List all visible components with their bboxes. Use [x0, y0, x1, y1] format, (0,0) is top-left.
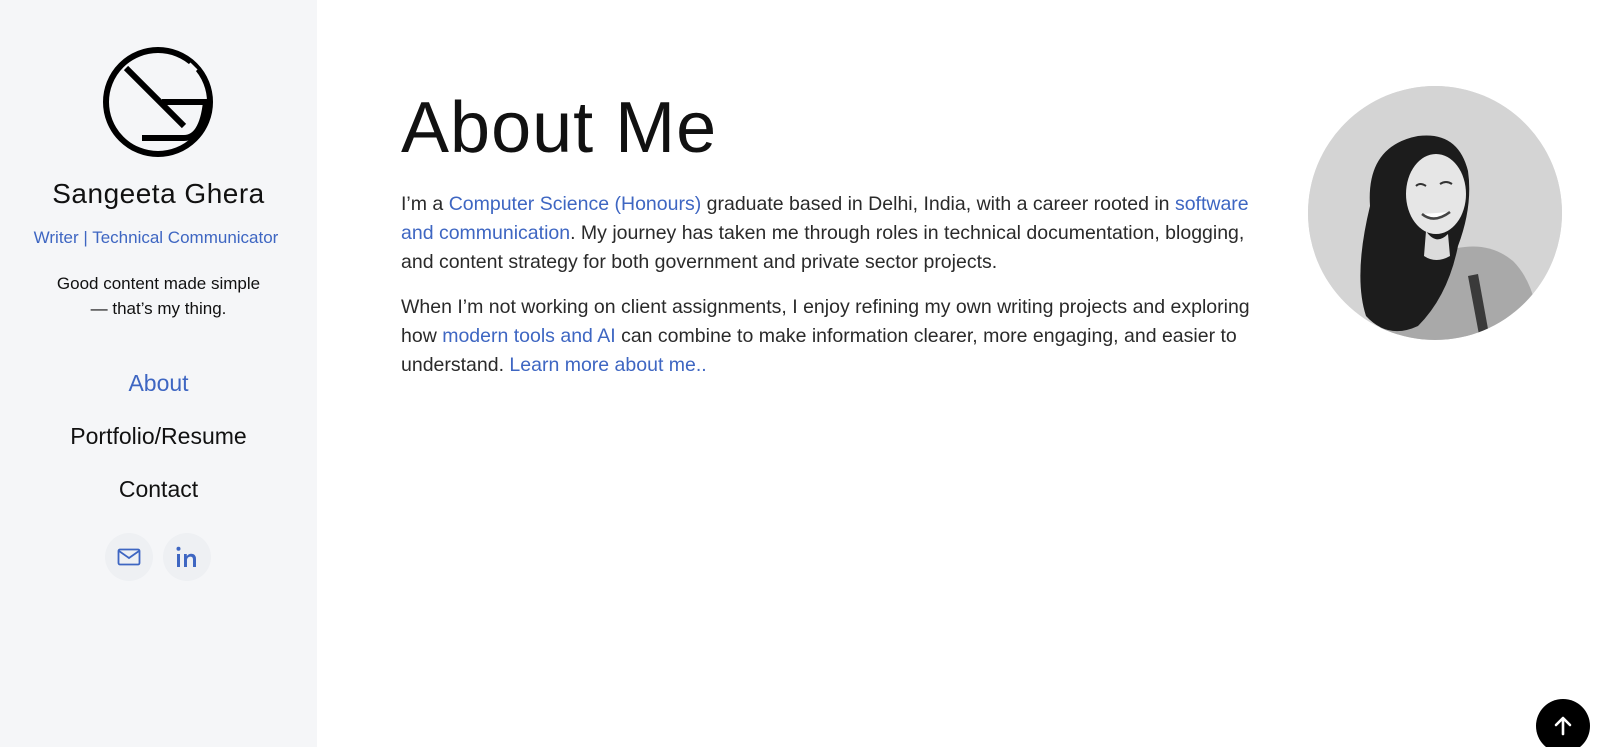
page-title: About Me: [401, 88, 718, 168]
text: I’m a: [401, 193, 449, 215]
modern-tools-ai-link[interactable]: modern tools and AI: [442, 325, 615, 347]
sg-logo-icon[interactable]: [102, 46, 214, 158]
mail-icon: [117, 548, 141, 566]
email-link[interactable]: [105, 533, 153, 581]
linkedin-icon: [176, 546, 196, 567]
linkedin-link[interactable]: [163, 533, 211, 581]
learn-more-link[interactable]: Learn more about me..: [509, 354, 706, 376]
arrow-up-icon: [1554, 716, 1572, 736]
nav-item-contact[interactable]: Contact: [0, 470, 317, 523]
site-owner-name: Sangeeta Ghera: [52, 178, 265, 209]
tagline: Writer | Technical Communicator: [33, 228, 279, 247]
back-to-top-button[interactable]: [1536, 699, 1590, 747]
social-links: [105, 533, 211, 581]
profile-photo-image: [1308, 86, 1562, 340]
intro-paragraph: I’m a Computer Science (Honours) graduat…: [401, 190, 1276, 277]
text: graduate based in Delhi, India, with a c…: [701, 193, 1175, 215]
second-paragraph: When I’m not working on client assignmen…: [401, 293, 1276, 380]
nav-item-about[interactable]: About: [0, 364, 317, 417]
computer-science-link[interactable]: Computer Science (Honours): [449, 193, 702, 215]
page: Sangeeta Ghera Writer | Technical Commun…: [0, 0, 1600, 747]
main-content: About Me I’m a Computer Science (Honours…: [401, 80, 1276, 380]
nav-item-portfolio-resume[interactable]: Portfolio/Resume: [0, 417, 317, 470]
motto: Good content made simple — that’s my thi…: [56, 274, 261, 318]
profile-photo: [1308, 86, 1562, 340]
main-nav: About Portfolio/Resume Contact: [0, 364, 317, 523]
sidebar: Sangeeta Ghera Writer | Technical Commun…: [0, 0, 317, 747]
